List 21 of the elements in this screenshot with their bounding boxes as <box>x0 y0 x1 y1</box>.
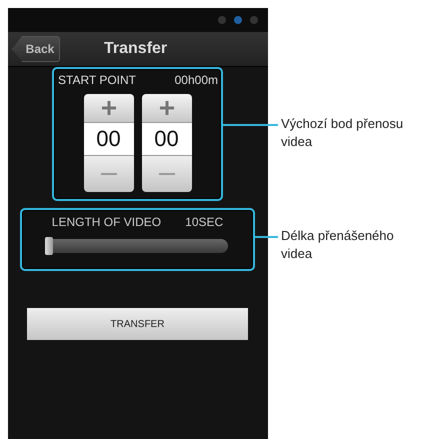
plus-icon <box>158 100 174 116</box>
increment-button[interactable] <box>84 94 134 122</box>
length-reading: 10SEC <box>185 215 224 229</box>
spinner-value: 00 <box>84 122 134 156</box>
minus-icon <box>100 172 116 176</box>
screen-title: Transfer <box>104 40 168 58</box>
length-label: LENGTH OF VIDEO <box>52 215 162 229</box>
decrement-button[interactable] <box>84 156 134 192</box>
transfer-button[interactable]: TRANSFER <box>27 308 248 340</box>
decrement-button[interactable] <box>142 156 192 192</box>
start-point-reading: 00h00m <box>174 73 218 87</box>
length-slider[interactable] <box>45 239 228 253</box>
back-button[interactable]: Back <box>12 36 60 62</box>
minus-icon <box>158 172 174 176</box>
callout-text: Délka přenášeného videa <box>281 227 395 263</box>
plus-icon <box>100 100 116 116</box>
spinner-value: 00 <box>142 122 192 156</box>
start-point-label: START POINT <box>58 73 136 87</box>
slider-thumb[interactable] <box>45 237 53 255</box>
increment-button[interactable] <box>142 94 192 122</box>
callout-text: Výchozí bod přenosu videa <box>281 115 404 151</box>
